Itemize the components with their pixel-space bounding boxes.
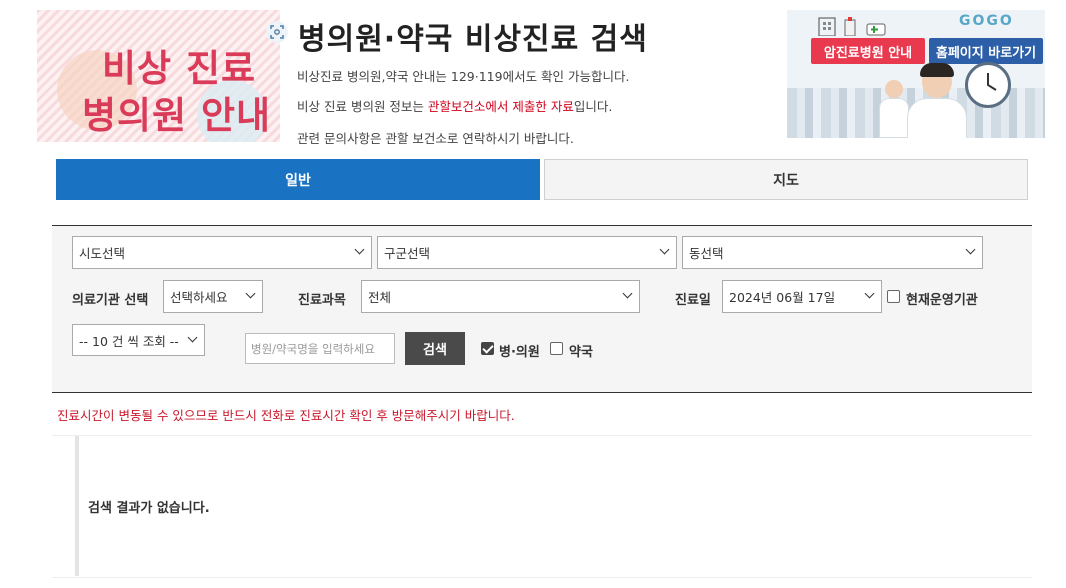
institution-label: 의료기관 선택 [72, 293, 149, 308]
date-label: 진료일 [675, 293, 711, 308]
divider [52, 435, 1032, 436]
description-line-2: 비상 진료 병의원 정보는 관할보건소에서 제출한 자료입니다. [297, 99, 613, 114]
nurse-illustration [879, 80, 909, 138]
description-line-1: 비상진료 병의원,약국 안내는 129·119에서도 확인 가능합니다. [297, 69, 630, 84]
cancer-hospital-guide-button[interactable]: 암진료병원 안내 [811, 38, 925, 64]
description-line-3: 관련 문의사항은 관할 보건소로 연락하시기 바랍니다. [297, 131, 574, 146]
sido-select[interactable]: 시도선택 [72, 236, 372, 269]
result-accent-bar [75, 436, 79, 576]
chevron-down-icon [865, 290, 875, 300]
logo-line-1: 비상 진료 [102, 47, 257, 90]
search-input[interactable]: 병원/약국명을 입력하세요 [245, 333, 395, 364]
cancer-hospital-banner: GOGO 암진료병원 안내 홈페이지 바로가기 [787, 10, 1045, 138]
clock-icon [965, 62, 1011, 108]
logo-line-2: 병의원 안내 [82, 94, 272, 137]
scan-icon [266, 21, 288, 43]
hospital-checkbox[interactable] [481, 342, 494, 355]
open-now-label: 현재운영기관 [906, 293, 978, 308]
open-now-checkbox[interactable] [887, 290, 900, 303]
tab-general[interactable]: 일반 [56, 159, 540, 200]
institution-select[interactable]: 선택하세요 [163, 280, 263, 313]
department-label: 진료과목 [298, 293, 346, 308]
hospital-checkbox-label: 병·의원 [499, 345, 540, 360]
chevron-down-icon [623, 290, 633, 300]
page-size-select[interactable]: -- 10 건 씩 조회 -- [72, 324, 205, 356]
visit-notice: 진료시간이 변동될 수 있으므로 반드시 전화로 진료시간 확인 후 방문해주시… [57, 408, 515, 423]
gugun-select[interactable]: 구군선택 [377, 236, 677, 269]
doctor-illustration [907, 63, 967, 138]
date-select[interactable]: 2024년 06월 17일 [722, 280, 882, 313]
chevron-down-icon [966, 246, 976, 256]
page-title: 병의원·약국 비상진료 검색 [298, 22, 648, 57]
gogo-logo: GOGO [959, 13, 1014, 29]
search-button[interactable]: 검색 [405, 332, 465, 365]
source-highlight: 관할보건소에서 제출한 자료 [427, 99, 574, 114]
dong-select[interactable]: 동선택 [682, 236, 983, 269]
chevron-down-icon [660, 246, 670, 256]
homepage-link-button[interactable]: 홈페이지 바로가기 [929, 38, 1043, 64]
tab-map[interactable]: 지도 [544, 159, 1028, 200]
chevron-down-icon [355, 246, 365, 256]
chevron-down-icon [188, 334, 198, 344]
hospital-icon [817, 14, 887, 40]
pharmacy-checkbox-label: 약국 [569, 345, 593, 360]
empty-result-message: 검색 결과가 없습니다. [88, 501, 210, 516]
pharmacy-checkbox[interactable] [550, 342, 563, 355]
chevron-down-icon [246, 290, 256, 300]
department-select[interactable]: 전체 [361, 280, 640, 313]
emergency-care-logo: 비상 진료 병의원 안내 [37, 10, 280, 142]
divider [52, 577, 1032, 578]
